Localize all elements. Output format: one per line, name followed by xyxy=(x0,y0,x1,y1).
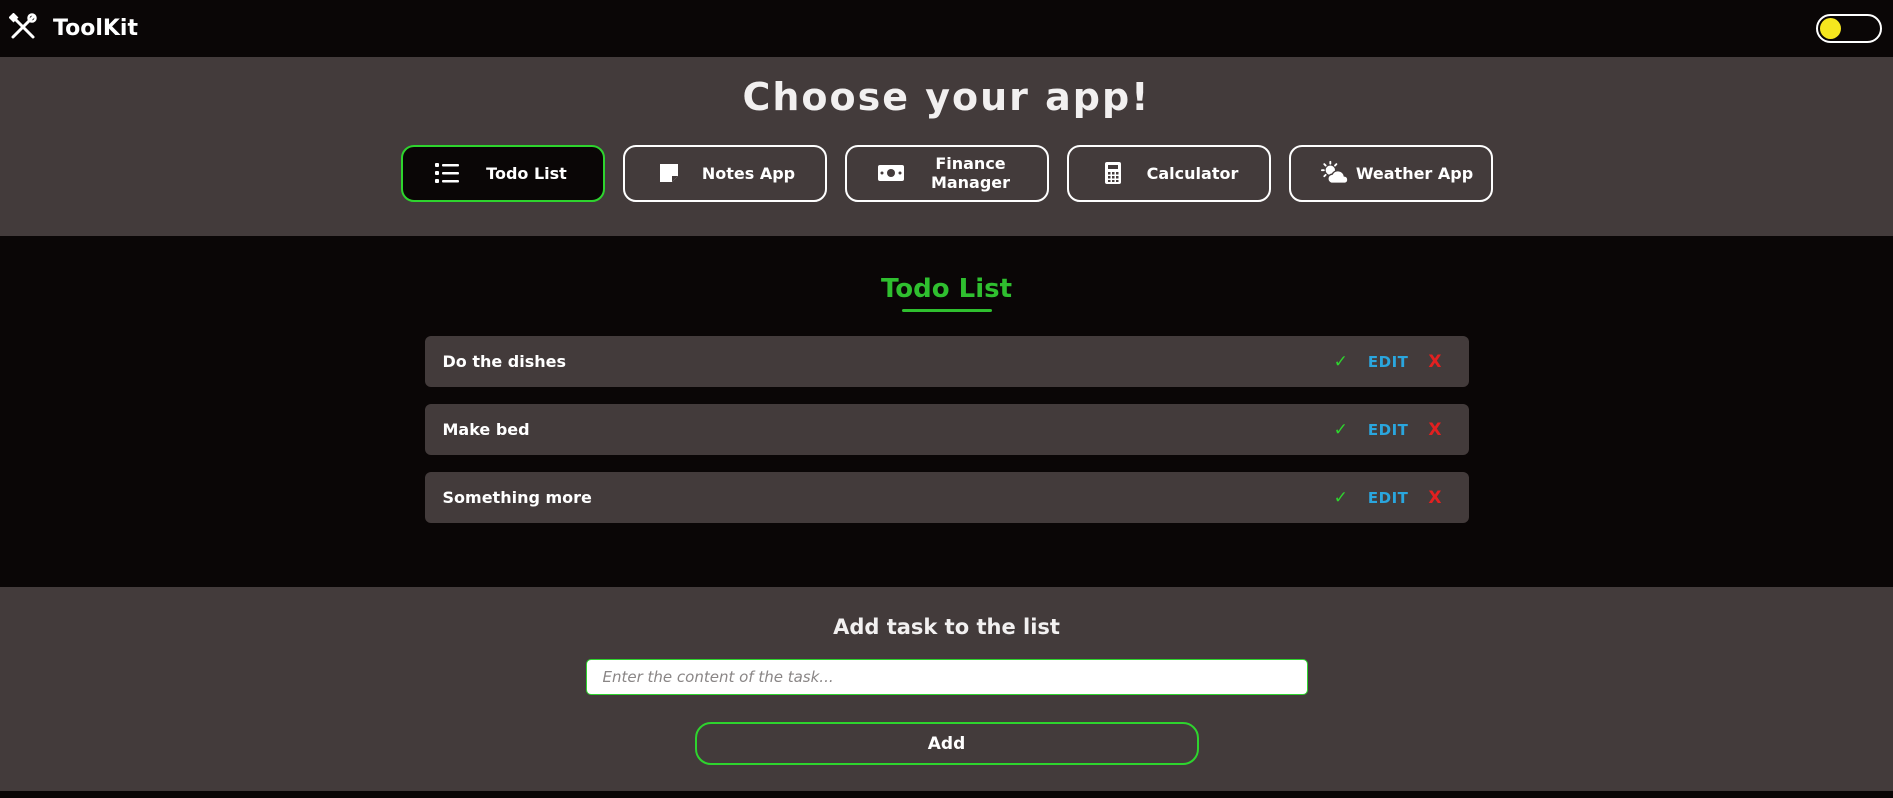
theme-toggle-knob xyxy=(1820,18,1841,39)
add-button[interactable]: Add xyxy=(694,722,1199,765)
tab-label: Notes App xyxy=(701,163,796,183)
tab-label: Calculator xyxy=(1146,163,1239,183)
tab-finance-manager[interactable]: Finance Manager xyxy=(844,144,1049,202)
tab-label: Todo List xyxy=(486,163,567,183)
todo-heading-wrap: Todo List xyxy=(0,274,1893,310)
todo-heading: Todo List xyxy=(881,274,1012,310)
calculator-icon xyxy=(1099,159,1127,187)
list-item: Something more ✓ EDIT X xyxy=(424,472,1469,523)
brand-name: ToolKit xyxy=(53,16,138,41)
tab-label: Weather App xyxy=(1355,163,1474,183)
list-item: Make bed ✓ EDIT X xyxy=(424,404,1469,455)
tab-todo-list[interactable]: Todo List xyxy=(400,144,605,202)
delete-icon[interactable]: X xyxy=(1428,488,1441,508)
bottom-strip xyxy=(0,791,1893,798)
delete-icon[interactable]: X xyxy=(1428,352,1441,372)
top-bar: ToolKit xyxy=(0,0,1893,57)
money-icon xyxy=(877,159,905,187)
task-input[interactable] xyxy=(585,659,1308,695)
check-icon[interactable]: ✓ xyxy=(1334,420,1348,440)
task-text: Make bed xyxy=(442,420,530,439)
tab-weather-app[interactable]: Weather App xyxy=(1288,144,1493,202)
tab-notes-app[interactable]: Notes App xyxy=(622,144,827,202)
app-chooser: Choose your app! Todo List Notes App Fin… xyxy=(0,57,1893,236)
theme-toggle[interactable] xyxy=(1816,14,1882,43)
task-text: Do the dishes xyxy=(442,352,567,371)
delete-icon[interactable]: X xyxy=(1428,420,1441,440)
task-actions: ✓ EDIT X xyxy=(1334,352,1451,372)
brand[interactable]: ToolKit xyxy=(8,12,138,45)
todo-section: Todo List Do the dishes ✓ EDIT X Make be… xyxy=(0,236,1893,587)
cloud-sun-icon xyxy=(1320,159,1349,187)
app-tabs: Todo List Notes App Finance Manager Calc… xyxy=(0,144,1893,202)
tools-icon xyxy=(8,12,37,45)
add-task-section: Add task to the list Add xyxy=(0,587,1893,791)
task-actions: ✓ EDIT X xyxy=(1334,488,1451,508)
add-task-title: Add task to the list xyxy=(833,615,1060,639)
task-text: Something more xyxy=(442,488,592,507)
tab-calculator[interactable]: Calculator xyxy=(1066,144,1271,202)
chooser-title: Choose your app! xyxy=(742,75,1151,119)
sticky-note-icon xyxy=(655,159,683,187)
edit-button[interactable]: EDIT xyxy=(1368,489,1409,507)
tab-label: Finance Manager xyxy=(930,154,1011,193)
edit-button[interactable]: EDIT xyxy=(1368,421,1409,439)
list-icon xyxy=(433,159,461,187)
todo-list: Do the dishes ✓ EDIT X Make bed ✓ EDIT X… xyxy=(424,336,1469,523)
list-item: Do the dishes ✓ EDIT X xyxy=(424,336,1469,387)
task-actions: ✓ EDIT X xyxy=(1334,420,1451,440)
edit-button[interactable]: EDIT xyxy=(1368,353,1409,371)
check-icon[interactable]: ✓ xyxy=(1334,488,1348,508)
check-icon[interactable]: ✓ xyxy=(1334,352,1348,372)
